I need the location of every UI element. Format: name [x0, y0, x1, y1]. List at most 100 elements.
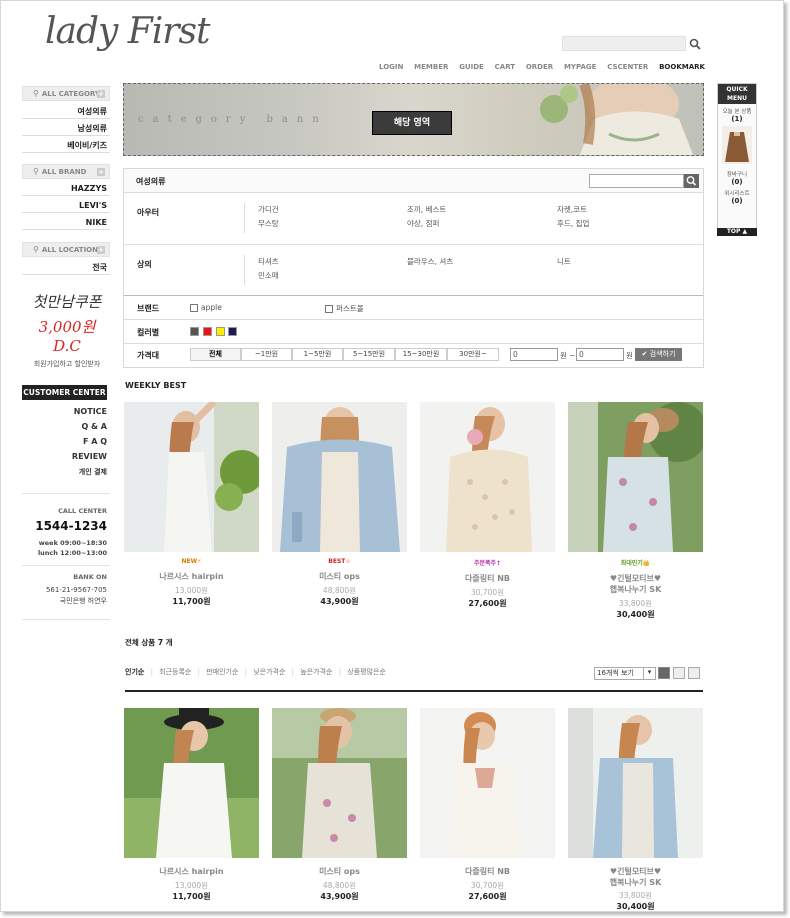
product-image[interactable]: [124, 402, 259, 552]
cs-link-faq[interactable]: F A Q: [22, 437, 107, 446]
plus-icon[interactable]: +: [97, 168, 105, 176]
sidebar-item-kids[interactable]: 베이비/키즈: [22, 138, 110, 153]
color-swatch-red[interactable]: [203, 327, 212, 336]
product-name-line2[interactable]: 햅복나누기 SK: [568, 877, 703, 888]
nav-guide[interactable]: GUIDE: [459, 63, 484, 71]
sidebar-item-women[interactable]: 여성의류: [22, 104, 110, 119]
product-name[interactable]: 미스티 ops: [272, 571, 407, 582]
nav-member[interactable]: MEMBER: [414, 63, 448, 71]
site-logo[interactable]: lady First: [45, 7, 210, 77]
color-swatch-yellow[interactable]: [216, 327, 225, 336]
top-item-blouse[interactable]: 블라우스, 셔츠: [407, 256, 453, 267]
weekly-product-1[interactable]: NEW⚡ 나르시스 hairpin 13,000원 11,700원: [124, 558, 259, 607]
list-product-4[interactable]: ♥긴털모티브♥ 햅복나누기 SK 33,800원 30,400원: [568, 866, 703, 911]
color-swatch-navy[interactable]: [228, 327, 237, 336]
sidebar-item-levis[interactable]: LEVI'S: [22, 198, 110, 213]
list-view-icon[interactable]: [673, 667, 685, 679]
product-name[interactable]: 다즐링티 NB: [420, 866, 555, 877]
product-name-line2[interactable]: 햅복나누기 SK: [568, 584, 703, 595]
list-product-2[interactable]: 미스티 ops 48,800원 43,900원: [272, 866, 407, 902]
filter-search-input[interactable]: [589, 174, 684, 188]
product-name[interactable]: 다즐링티 NB: [420, 573, 555, 584]
brand-option-apple[interactable]: apple: [190, 303, 222, 312]
outer-item-jumper[interactable]: 야상, 점퍼: [407, 218, 439, 229]
wish-label[interactable]: 위시리스트: [718, 189, 756, 197]
price-tab-over300k[interactable]: 30만원~: [447, 348, 499, 361]
nav-login[interactable]: LOGIN: [379, 63, 403, 71]
nav-bookmark[interactable]: BOOKMARK: [659, 63, 705, 71]
recent-product-thumb[interactable]: [722, 126, 752, 164]
product-image[interactable]: [568, 708, 703, 858]
per-page-select[interactable]: 16개씩 보기 ▾: [594, 667, 656, 680]
top-button[interactable]: TOP ▲: [717, 228, 757, 236]
cart-label[interactable]: 장바구니: [718, 170, 756, 178]
top-item-tshirt[interactable]: 티셔츠: [258, 256, 279, 267]
nav-cart[interactable]: CART: [495, 63, 515, 71]
sort-low-price[interactable]: 낮은가격순: [253, 668, 285, 676]
customer-center-title: CUSTOMER CENTER: [22, 385, 107, 400]
outer-item-cardigan[interactable]: 가디건: [258, 204, 279, 215]
cs-link-review[interactable]: REVIEW: [22, 452, 107, 461]
plus-icon[interactable]: +: [97, 246, 105, 254]
price-tab-under10k[interactable]: ~1만원: [241, 348, 292, 361]
product-name[interactable]: 미스티 ops: [272, 866, 407, 877]
price-max-input[interactable]: 0: [576, 348, 624, 361]
nav-order[interactable]: ORDER: [526, 63, 553, 71]
product-image[interactable]: [272, 708, 407, 858]
cs-link-notice[interactable]: NOTICE: [22, 407, 107, 416]
weekly-product-4[interactable]: 최대인기👑 ♥긴털모티브♥ 햅복나누기 SK 33,800원 30,400원: [568, 558, 703, 620]
grid-view-icon[interactable]: [658, 667, 670, 679]
sidebar-item-men[interactable]: 남성의류: [22, 121, 110, 136]
sort-popular[interactable]: 인기순: [125, 668, 144, 676]
product-name[interactable]: 나르시스 hairpin: [124, 866, 259, 877]
brand-option-firstmall[interactable]: 퍼스트몰: [325, 303, 364, 314]
weekly-product-2[interactable]: BEST☆ 미스티 ops 48,800원 43,900원: [272, 558, 407, 607]
price-min-input[interactable]: 0: [510, 348, 558, 361]
checkbox[interactable]: [190, 304, 198, 312]
price-tab-all[interactable]: 전체: [190, 348, 241, 361]
product-name[interactable]: ♥긴털모티브♥: [568, 573, 703, 584]
detail-view-icon[interactable]: [688, 667, 700, 679]
weekly-product-3[interactable]: 주문폭주↑ 다즐링티 NB 30,700원 27,600원: [420, 558, 555, 609]
outer-item-hood[interactable]: 후드, 집업: [557, 218, 589, 229]
cs-link-payment[interactable]: 개인 결제: [22, 467, 107, 477]
product-image[interactable]: [420, 708, 555, 858]
product-image[interactable]: [124, 708, 259, 858]
category-banner[interactable]: category bann 해당 영역: [123, 83, 704, 156]
sort-most-reviews[interactable]: 상품평많은순: [347, 668, 386, 676]
top-item-sleeveless[interactable]: 민소매: [258, 270, 279, 281]
sort-newest[interactable]: 최근등록순: [159, 668, 191, 676]
filter-search-button[interactable]: [684, 174, 699, 188]
product-name[interactable]: 나르시스 hairpin: [124, 571, 259, 582]
coupon-banner[interactable]: 첫만남쿠폰 3,000원 D.C 회원가입하고 할인받자: [23, 291, 111, 369]
product-image[interactable]: [568, 402, 703, 552]
header-search-input[interactable]: [562, 36, 686, 51]
sort-high-price[interactable]: 높은가격순: [300, 668, 332, 676]
sidebar-item-nationwide[interactable]: 전국: [22, 260, 110, 275]
outer-item-vest[interactable]: 조끼, 베스트: [407, 204, 446, 215]
product-image[interactable]: [272, 402, 407, 552]
cs-link-qna[interactable]: Q & A: [22, 422, 107, 431]
outer-item-jacket[interactable]: 자켓,코트: [557, 204, 587, 215]
category-header: ⚲ ALL CATEGORY +: [22, 86, 110, 101]
checkbox[interactable]: [325, 305, 333, 313]
list-product-1[interactable]: 나르시스 hairpin 13,000원 11,700원: [124, 866, 259, 902]
nav-cscenter[interactable]: CSCENTER: [607, 63, 648, 71]
outer-item-mustang[interactable]: 무스탕: [258, 218, 279, 229]
price-tab-50k-150k[interactable]: 5~15만원: [343, 348, 395, 361]
product-image[interactable]: [420, 402, 555, 552]
color-swatch-gray[interactable]: [190, 327, 199, 336]
top-item-knit[interactable]: 니트: [557, 256, 571, 267]
search-icon[interactable]: [689, 38, 701, 50]
nav-mypage[interactable]: MYPAGE: [564, 63, 596, 71]
sidebar-item-hazzys[interactable]: HAZZYS: [22, 181, 110, 196]
price-tab-150k-300k[interactable]: 15~30만원: [395, 348, 447, 361]
list-product-3[interactable]: 다즐링티 NB 30,700원 27,600원: [420, 866, 555, 902]
sidebar-item-nike[interactable]: NIKE: [22, 215, 110, 230]
chevron-down-icon[interactable]: ▾: [643, 667, 655, 680]
product-name[interactable]: ♥긴털모티브♥: [568, 866, 703, 877]
sort-best-selling[interactable]: 판매인기순: [206, 668, 238, 676]
price-tab-10k-50k[interactable]: 1~5만원: [292, 348, 343, 361]
price-search-button[interactable]: ✔ 검색하기: [635, 348, 682, 361]
plus-icon[interactable]: +: [97, 90, 105, 98]
